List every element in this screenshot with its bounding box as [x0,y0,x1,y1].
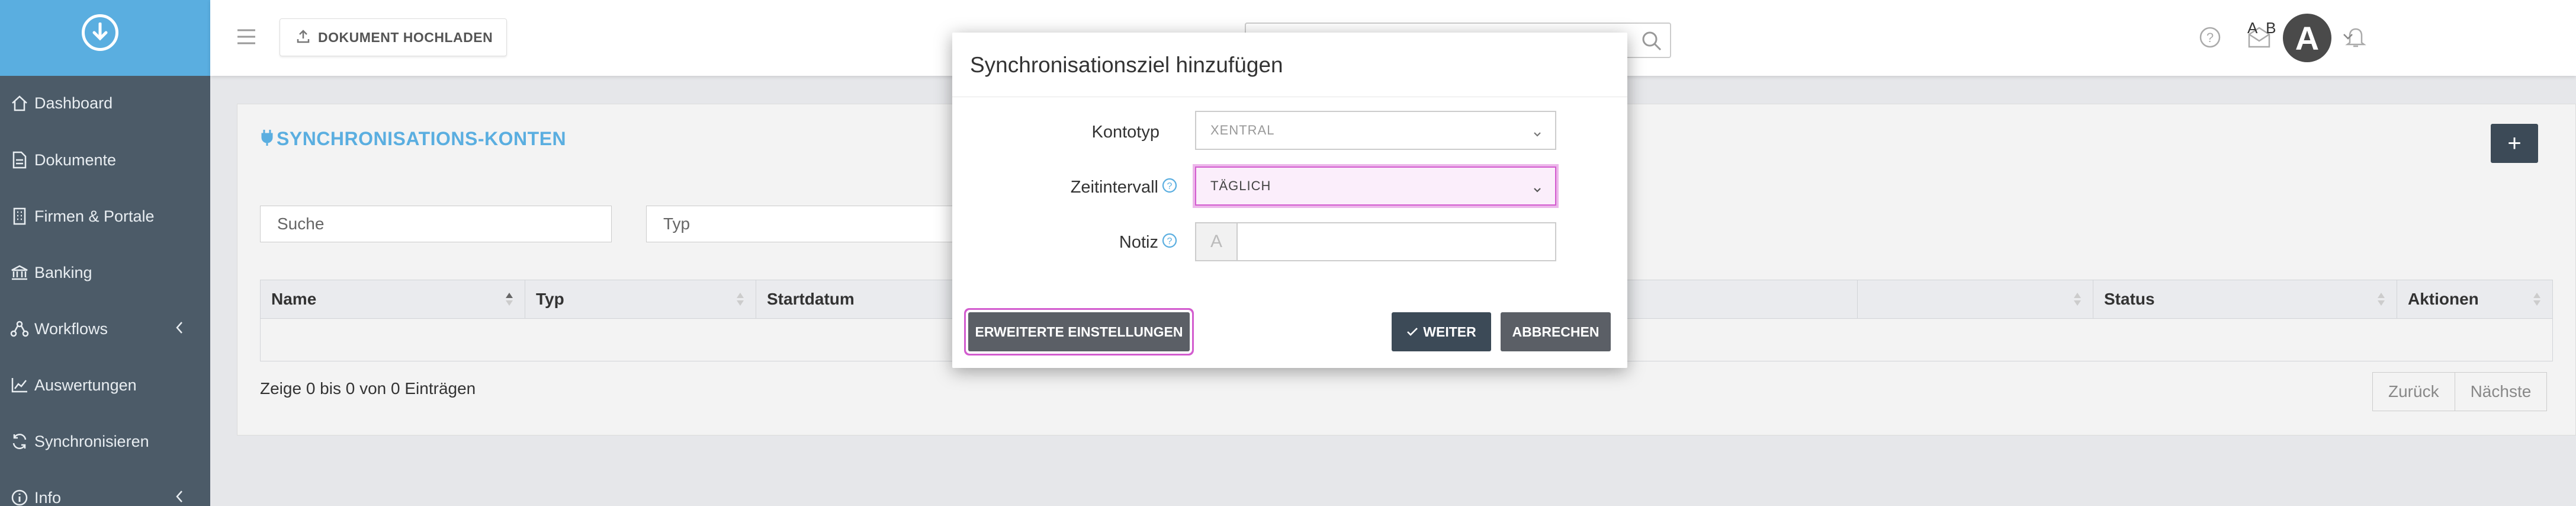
document-icon [8,149,31,171]
column-name[interactable]: Name [261,280,525,318]
avatar[interactable]: A [2283,14,2331,62]
sort-icon [735,291,745,312]
check-icon [1406,324,1418,340]
sidebar-item-dokumente[interactable]: Dokumente [0,142,210,178]
cancel-button[interactable]: ABBRECHEN [1501,312,1611,351]
sidebar-item-dashboard[interactable]: Dashboard [0,85,210,121]
user-initials: A B [2247,19,2279,37]
kontotyp-value: XENTRAL [1210,123,1275,137]
svg-text:?: ? [2206,30,2214,45]
upload-icon [297,29,310,46]
sidebar-item-label: Info [34,488,62,506]
plug-icon [261,129,273,149]
sidebar: Dashboard Dokumente Firmen & Portale Ban… [0,0,210,506]
chevron-left-icon [175,321,184,338]
text-addon-icon: A [1196,223,1238,260]
column-aktionen[interactable]: Aktionen [2397,280,2552,318]
sort-icon [2376,291,2386,312]
home-icon [8,92,31,114]
svg-text:?: ? [1167,181,1173,191]
upload-document-button[interactable]: DOKUMENT HOCHLADEN [280,18,507,56]
add-sync-target-dialog: Synchronisationsziel hinzufügen Kontotyp… [952,33,1627,368]
add-sync-account-button[interactable]: + [2491,124,2538,163]
upload-label: DOKUMENT HOCHLADEN [318,29,493,45]
dialog-title: Synchronisationsziel hinzufügen [970,53,1283,77]
next-button-label: WEITER [1423,324,1476,340]
pagination: Zurück Nächste [2372,372,2548,411]
column-hidden[interactable] [1858,280,2093,318]
extended-settings-button[interactable]: ERWEITERTE EINSTELLUNGEN [968,312,1190,351]
sort-icon [2532,291,2542,312]
kontotyp-select[interactable]: XENTRAL [1195,111,1556,150]
card-title-label: SYNCHRONISATIONS-KONTEN [277,128,567,149]
help-icon[interactable]: ? [1162,233,1177,253]
sync-icon [8,430,31,453]
kontotyp-label: Kontotyp [1091,123,1159,142]
chevron-down-icon [1533,126,1542,142]
svg-text:?: ? [1167,236,1173,246]
search-icon[interactable] [1640,30,1663,55]
sidebar-item-label: Firmen & Portale [34,207,155,225]
sidebar-item-synchronisieren[interactable]: Synchronisieren [0,424,210,459]
workflow-icon [8,318,31,340]
sidebar-item-firmen-portale[interactable]: Firmen & Portale [0,198,210,234]
help-icon[interactable]: ? [2199,26,2221,52]
column-typ[interactable]: Typ [525,280,756,318]
sidebar-item-label: Workflows [34,319,108,338]
sidebar-item-label: Auswertungen [34,376,137,394]
notiz-input[interactable]: A [1195,222,1556,261]
sidebar-item-label: Synchronisieren [34,432,149,450]
chevron-down-icon [1533,182,1542,197]
pagination-prev-button[interactable]: Zurück [2373,373,2455,411]
card-title: SYNCHRONISATIONS-KONTEN [261,128,566,150]
logo[interactable] [0,0,210,76]
sort-icon [2073,291,2082,312]
sidebar-item-info[interactable]: Info [0,480,210,506]
building-icon [8,205,31,228]
sort-asc-icon [505,291,514,312]
sidebar-item-banking[interactable]: Banking [0,255,210,290]
sidebar-item-auswertungen[interactable]: Auswertungen [0,367,210,403]
search-filter-input[interactable]: Suche [260,206,612,242]
pagination-next-button[interactable]: Nächste [2454,373,2547,411]
chart-icon [8,374,31,396]
download-logo-icon [82,14,118,51]
help-icon[interactable]: ? [1162,178,1177,198]
sidebar-item-label: Banking [34,263,92,281]
next-button[interactable]: WEITER [1392,312,1491,351]
zeitintervall-label: Zeitintervall? [952,178,1177,198]
notiz-label: Notiz? [952,233,1177,253]
sidebar-item-label: Dokumente [34,150,117,169]
type-filter-input[interactable]: Typ [646,206,978,242]
menu-icon[interactable] [236,28,256,49]
column-status[interactable]: Status [2093,280,2397,318]
chevron-left-icon [175,489,184,506]
bank-icon [8,261,31,284]
sidebar-item-label: Dashboard [34,94,113,112]
sidebar-item-workflows[interactable]: Workflows [0,311,210,347]
table-info: Zeige 0 bis 0 von 0 Einträgen [260,379,476,398]
info-icon [8,486,31,506]
zeitintervall-value: TÄGLICH [1210,178,1271,193]
zeitintervall-select[interactable]: TÄGLICH [1195,166,1556,206]
chevron-down-icon[interactable] [2342,33,2354,44]
